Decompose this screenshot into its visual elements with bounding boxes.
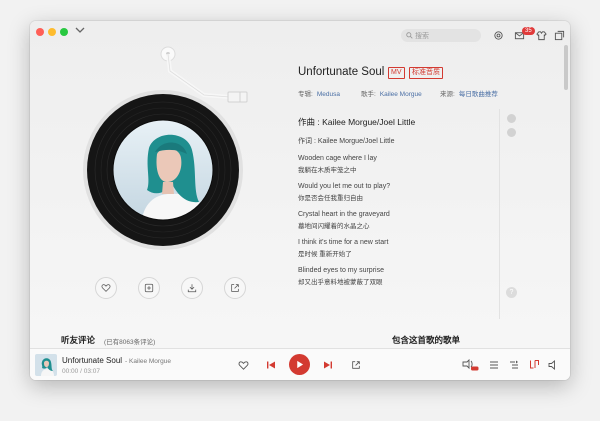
now-playing-info: Unfortunate Soul - Kailee Morgue bbox=[62, 356, 171, 365]
lyric-lyricist: 作词 : Kailee Morgue/Joel Little bbox=[298, 138, 395, 145]
lyric-translation: 墓地间闪耀着的水晶之心 bbox=[298, 223, 370, 230]
lyric-translation: 是时候 重新开始了 bbox=[298, 251, 352, 258]
comments-title: 听友评论 bbox=[61, 335, 96, 345]
artist-link[interactable]: Kailee Morgue bbox=[380, 91, 422, 98]
lyric-translation: 却又出乎意料地被蒙蔽了双眼 bbox=[298, 279, 383, 286]
skin-icon[interactable] bbox=[536, 30, 547, 41]
playback-time: 00:00 / 03:07 bbox=[62, 368, 100, 375]
volume-icon[interactable] bbox=[548, 360, 558, 370]
lyric-composer: 作曲 : Kailee Morgue/Joel Little bbox=[298, 117, 416, 127]
time-separator: / bbox=[80, 368, 82, 375]
lyric-line: I think it's time for a new start bbox=[298, 239, 389, 246]
next-icon[interactable] bbox=[323, 360, 333, 370]
now-playing-cover[interactable] bbox=[35, 354, 57, 376]
play-button[interactable] bbox=[289, 354, 310, 375]
source-info: 来源: 每日歌曲推荐 bbox=[440, 88, 498, 98]
now-playing-artist: - Kailee Morgue bbox=[125, 358, 171, 365]
mini-mode-icon[interactable] bbox=[554, 30, 565, 41]
time-total: 03:07 bbox=[83, 368, 100, 375]
search-placeholder: 搜索 bbox=[415, 32, 429, 40]
search-icon bbox=[406, 32, 413, 39]
search-input[interactable]: 搜索 bbox=[401, 29, 481, 42]
lyric-translation: 我躺在木质牢笼之中 bbox=[298, 167, 357, 174]
lyric-line: Would you let me out to play? bbox=[298, 183, 391, 190]
heart-icon bbox=[101, 284, 111, 292]
lyric-help-button[interactable]: ? bbox=[506, 287, 517, 298]
close-window-button[interactable] bbox=[36, 28, 44, 36]
lyric-nav-dot[interactable] bbox=[507, 128, 516, 137]
maximize-window-button[interactable] bbox=[60, 28, 68, 36]
source-label: 来源: bbox=[440, 91, 455, 98]
source-link[interactable]: 每日歌曲推荐 bbox=[459, 91, 498, 98]
share-button[interactable] bbox=[224, 277, 246, 299]
playlist-icon[interactable] bbox=[489, 360, 499, 370]
album-thumbnail-image bbox=[35, 354, 57, 376]
comments-count: (已有8063条评论) bbox=[104, 339, 156, 346]
time-current: 00:00 bbox=[62, 368, 79, 375]
window-controls bbox=[36, 28, 68, 36]
lyric-scroll-track bbox=[499, 109, 500, 319]
artist-label: 歌手: bbox=[361, 91, 376, 98]
quality-tag[interactable]: 标准音质 bbox=[409, 67, 443, 79]
download-button[interactable] bbox=[181, 277, 203, 299]
queue-icon[interactable] bbox=[509, 360, 519, 370]
lyric-line: Crystal heart in the graveyard bbox=[298, 211, 390, 218]
minimize-window-button[interactable] bbox=[48, 28, 56, 36]
lyric-icon[interactable] bbox=[529, 359, 540, 370]
player-bar: Unfortunate Soul - Kailee Morgue 00:00 / … bbox=[30, 348, 570, 380]
vinyl-record-album-cover bbox=[83, 90, 243, 250]
share-icon[interactable] bbox=[351, 360, 361, 370]
album-info: 专辑: Medusa bbox=[298, 88, 340, 98]
download-icon bbox=[187, 284, 197, 293]
add-to-playlist-icon bbox=[144, 283, 154, 293]
share-icon bbox=[231, 284, 239, 292]
chevron-down-icon[interactable] bbox=[74, 25, 86, 35]
settings-icon[interactable] bbox=[493, 30, 504, 41]
app-window: 搜索 35 Unfortunate Soul MV 标准音质 专辑: Medus… bbox=[30, 21, 570, 380]
lyric-line: Blinded eyes to my surprise bbox=[298, 267, 384, 274]
playlists-title: 包含这首歌的歌单 bbox=[392, 335, 461, 345]
lyric-translation: 你是否会任我重归自由 bbox=[298, 195, 363, 202]
lyric-nav-dot[interactable] bbox=[507, 114, 516, 123]
artist-info: 歌手: Kailee Morgue bbox=[361, 88, 422, 98]
page-scrollbar[interactable] bbox=[564, 45, 568, 90]
album-label: 专辑: bbox=[298, 91, 313, 98]
mv-tag[interactable]: MV bbox=[388, 67, 405, 79]
message-badge: 35 bbox=[522, 27, 535, 35]
lyric-line: Wooden cage where I lay bbox=[298, 155, 377, 162]
effects-icon[interactable] bbox=[462, 359, 479, 371]
song-title: Unfortunate Soul bbox=[298, 66, 385, 78]
play-icon bbox=[297, 360, 304, 369]
lyrics-panel: 作曲 : Kailee Morgue/Joel Little 作词 : Kail… bbox=[298, 116, 498, 295]
like-button[interactable] bbox=[95, 277, 117, 299]
prev-icon[interactable] bbox=[266, 360, 276, 370]
album-link[interactable]: Medusa bbox=[317, 91, 340, 98]
add-to-playlist-button[interactable] bbox=[138, 277, 160, 299]
song-actions bbox=[95, 277, 246, 299]
now-playing-title: Unfortunate Soul bbox=[62, 356, 123, 365]
heart-icon[interactable] bbox=[238, 360, 249, 371]
